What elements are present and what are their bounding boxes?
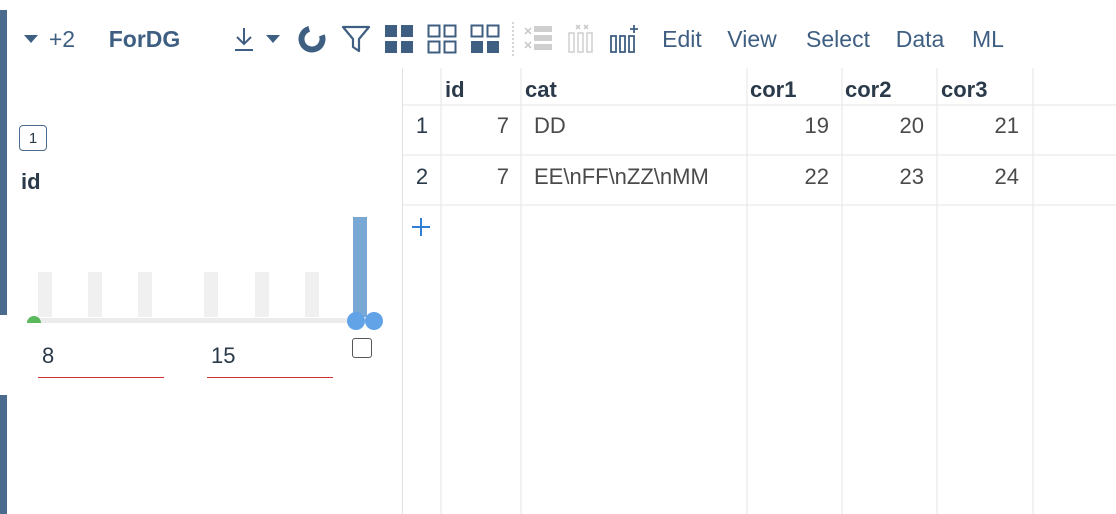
add-rows-icon: [521, 10, 555, 68]
column-header-cor1[interactable]: cor1: [750, 77, 796, 103]
table-cell[interactable]: DD: [534, 113, 566, 139]
add-row-icon[interactable]: [409, 215, 433, 239]
histogram[interactable]: [7, 68, 402, 514]
table-cell[interactable]: 7: [441, 164, 509, 190]
menu-ml[interactable]: ML: [968, 10, 1008, 68]
table-cell[interactable]: 7: [441, 113, 509, 139]
column-header-id[interactable]: id: [445, 77, 465, 103]
range-slider-track[interactable]: [35, 318, 374, 323]
caret-down-icon[interactable]: [263, 10, 283, 68]
histogram-bar[interactable]: [305, 272, 319, 317]
filter-panel: 1 id 8 15: [7, 68, 402, 514]
table-cell[interactable]: 20: [842, 113, 924, 139]
menu-view[interactable]: View: [723, 10, 781, 68]
histogram-bar[interactable]: [353, 217, 367, 317]
toolbar: +2 ForDG Edit View Select Data ML: [7, 10, 1116, 68]
row-number[interactable]: 1: [403, 113, 441, 139]
histogram-bar[interactable]: [255, 272, 269, 317]
grid-layout-icon[interactable]: [469, 10, 501, 68]
table-title[interactable]: ForDG: [107, 10, 182, 68]
column-header-cor2[interactable]: cor2: [845, 77, 891, 103]
add-column-icon[interactable]: [607, 10, 641, 68]
toolbar-separator: [511, 10, 515, 68]
add-columns-icon: [564, 10, 598, 68]
refresh-icon[interactable]: [296, 10, 328, 68]
table-cell[interactable]: 19: [747, 113, 829, 139]
filter-checkbox[interactable]: [352, 338, 372, 358]
grid-layout-icon[interactable]: [426, 10, 458, 68]
download-icon[interactable]: [231, 10, 257, 68]
table-cell[interactable]: 24: [937, 164, 1019, 190]
menu-edit[interactable]: Edit: [657, 10, 707, 68]
range-min-input[interactable]: 8: [38, 340, 164, 378]
left-accent-bar: [0, 10, 7, 514]
menu-data[interactable]: Data: [892, 10, 948, 68]
grid-layout-icon[interactable]: [383, 10, 415, 68]
table-cell[interactable]: 23: [842, 164, 924, 190]
range-slider-handle-high[interactable]: [365, 312, 383, 330]
table-cell[interactable]: 21: [937, 113, 1019, 139]
histogram-bar[interactable]: [138, 272, 152, 317]
range-max-input[interactable]: 15: [207, 340, 333, 378]
histogram-bar[interactable]: [88, 272, 102, 317]
histogram-bar[interactable]: [38, 272, 52, 317]
data-grid[interactable]: id cat cor1 cor2 cor3 1 7 DD 19 20 21 2 …: [403, 68, 1116, 514]
range-slider-handle-low[interactable]: [347, 312, 365, 330]
column-header-cor3[interactable]: cor3: [941, 77, 987, 103]
table-cell[interactable]: 22: [747, 164, 829, 190]
caret-down-icon[interactable]: [21, 10, 41, 68]
histogram-bar[interactable]: [204, 272, 218, 317]
menu-select[interactable]: Select: [801, 10, 875, 68]
more-views-count[interactable]: +2: [47, 10, 77, 68]
filter-icon[interactable]: [340, 10, 372, 68]
column-header-cat[interactable]: cat: [525, 77, 557, 103]
table-cell[interactable]: EE\nFF\nZZ\nMM: [534, 164, 709, 190]
row-number[interactable]: 2: [403, 164, 441, 190]
